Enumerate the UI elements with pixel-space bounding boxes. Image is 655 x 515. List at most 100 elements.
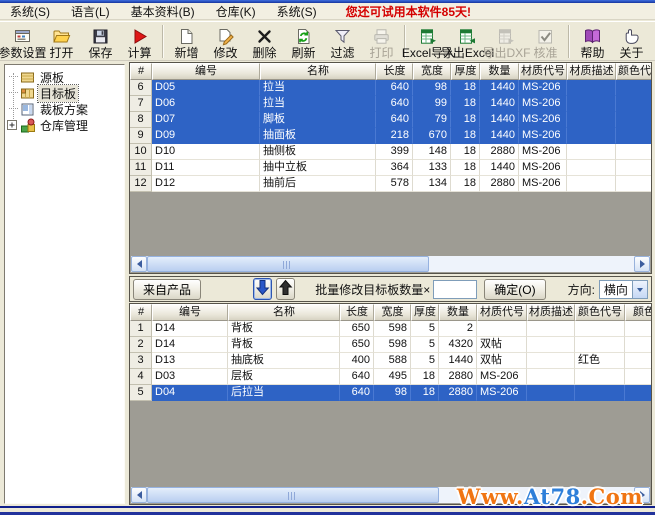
scroll-thumb[interactable]: [147, 256, 429, 272]
expand-plus-icon[interactable]: [7, 120, 18, 131]
column-header[interactable]: 宽度: [413, 63, 451, 80]
column-header[interactable]: 名称: [260, 63, 376, 80]
toolbar-button-help-book[interactable]: 帮助: [573, 23, 612, 60]
sidebar-item-3[interactable]: 仓库管理: [5, 117, 124, 133]
column-header[interactable]: 材质描述: [527, 304, 575, 321]
table-cell: 5: [411, 337, 439, 353]
table-row[interactable]: 11D11抽中立板364133181440MS-206: [130, 160, 651, 176]
toolbar-button-calculate[interactable]: 计算: [120, 23, 159, 60]
table-row[interactable]: 10D10抽侧板399148182880MS-206: [130, 144, 651, 160]
sidebar-item-0[interactable]: 源板: [5, 69, 124, 85]
table-cell: MS-206: [519, 144, 567, 160]
toolbar-button-filter-funnel[interactable]: 过滤: [323, 23, 362, 60]
table-cell: 218: [376, 128, 413, 144]
column-header[interactable]: 编号: [152, 304, 228, 321]
batch-quantity-input[interactable]: [433, 280, 477, 299]
column-header[interactable]: 颜色代号: [616, 63, 651, 80]
sidebar-item-label: 源板: [38, 69, 66, 86]
table-cell: [567, 176, 616, 192]
toolbar-button-settings[interactable]: 参数设置: [3, 23, 42, 60]
table-cell: [616, 160, 651, 176]
table-cell: 148: [413, 144, 451, 160]
toolbar-button-new-page[interactable]: 新增: [167, 23, 206, 60]
toolbar-button-edit-page[interactable]: 修改: [206, 23, 245, 60]
scroll-right-button[interactable]: [634, 256, 650, 272]
upper-h-scrollbar[interactable]: [131, 256, 650, 272]
ok-button[interactable]: 确定(O): [484, 279, 545, 300]
table-cell: 1440: [480, 96, 519, 112]
row-number: 4: [130, 369, 152, 385]
toolbar-button-about-hand[interactable]: 关于: [612, 23, 651, 60]
table-row[interactable]: 12D12抽前后578134182880MS-206: [130, 176, 651, 192]
toolbar-button-save[interactable]: 保存: [81, 23, 120, 60]
column-header[interactable]: 数量: [439, 304, 477, 321]
column-header[interactable]: 颜色描述: [625, 304, 651, 321]
table-row[interactable]: 9D09抽面板218670181440MS-206: [130, 128, 651, 144]
column-header[interactable]: 厚度: [411, 304, 439, 321]
menu-item-4[interactable]: 系统(S): [271, 3, 323, 20]
table-cell: 1440: [480, 112, 519, 128]
scroll-track[interactable]: [147, 256, 634, 272]
toolbar-separator: [568, 25, 570, 58]
table-cell: 578: [376, 176, 413, 192]
table-row[interactable]: 8D07脚板64079181440MS-206: [130, 112, 651, 128]
move-down-button[interactable]: [253, 278, 272, 300]
menu-item-0[interactable]: 系统(S): [4, 3, 56, 20]
toolbar-button-delete-x[interactable]: 删除: [245, 23, 284, 60]
toolbar-button-approve-check: 核准: [526, 23, 565, 60]
table-row[interactable]: 5D04后拉当64098182880MS-206: [130, 385, 651, 401]
column-header[interactable]: #: [130, 63, 152, 80]
toolbar-button-label: 计算: [127, 46, 151, 60]
toolbar-button-label: 过滤: [330, 46, 354, 60]
move-up-button[interactable]: [276, 278, 295, 300]
column-header[interactable]: 编号: [152, 63, 260, 80]
table-row[interactable]: 4D03层板640495182880MS-206: [130, 369, 651, 385]
toolbar-button-label: 刷新: [291, 46, 315, 60]
column-header[interactable]: 长度: [376, 63, 413, 80]
toolbar-button-refresh[interactable]: 刷新: [284, 23, 323, 60]
table-cell: [625, 385, 651, 401]
batch-quantity-label: 批量修改目标板数量×: [315, 281, 430, 298]
sidebar-item-1[interactable]: 目标板: [5, 85, 124, 101]
table-row[interactable]: 1D14背板65059852: [130, 321, 651, 337]
sidebar-item-2[interactable]: 裁板方案: [5, 101, 124, 117]
column-header[interactable]: 材质描述: [567, 63, 616, 80]
menu-item-1[interactable]: 语言(L): [65, 3, 116, 20]
column-header[interactable]: 长度: [340, 304, 374, 321]
toolbar-button-exit-door[interactable]: 退出: [651, 23, 655, 60]
table-cell: D07: [152, 112, 260, 128]
table-row[interactable]: 3D13抽底板40058851440双帖红色: [130, 353, 651, 369]
table-cell: 18: [411, 385, 439, 401]
toolbar-button-export-dxf: 导出DXF: [487, 23, 526, 60]
toolbar-button-folder-open[interactable]: 打开: [42, 23, 81, 60]
table-cell: 18: [451, 96, 480, 112]
menu-bar: 系统(S)语言(L)基本资料(B)仓库(K)系统(S) 您还可试用本软件85天!: [0, 3, 655, 20]
table-cell: 抽侧板: [260, 144, 376, 160]
table-row[interactable]: 7D06拉当64099181440MS-206: [130, 96, 651, 112]
scroll-left-button[interactable]: [131, 256, 147, 272]
table-cell: 层板: [228, 369, 340, 385]
column-header[interactable]: 名称: [228, 304, 340, 321]
menu-item-2[interactable]: 基本资料(B): [125, 3, 201, 20]
column-header[interactable]: 材质代号: [519, 63, 567, 80]
row-number: 3: [130, 353, 152, 369]
from-product-button[interactable]: 来自产品: [133, 279, 201, 300]
column-header[interactable]: #: [130, 304, 152, 321]
table-cell: [527, 321, 575, 337]
table-cell: 670: [413, 128, 451, 144]
column-header[interactable]: 数量: [480, 63, 519, 80]
scroll-thumb[interactable]: [147, 487, 439, 503]
column-header[interactable]: 材质代号: [477, 304, 527, 321]
table-row[interactable]: 6D05拉当64098181440MS-206: [130, 80, 651, 96]
table-cell: 640: [376, 112, 413, 128]
column-header[interactable]: 宽度: [374, 304, 411, 321]
scroll-left-button[interactable]: [131, 487, 147, 503]
toolbar-button-excel-export[interactable]: 导出Excel: [448, 23, 487, 60]
table-row[interactable]: 2D14背板65059854320双帖: [130, 337, 651, 353]
table-cell: 1440: [480, 128, 519, 144]
menu-item-3[interactable]: 仓库(K): [210, 3, 262, 20]
column-header[interactable]: 颜色代号: [575, 304, 625, 321]
column-header[interactable]: 厚度: [451, 63, 480, 80]
direction-combobox[interactable]: 横向: [599, 280, 648, 299]
combobox-drop-button[interactable]: [632, 281, 647, 298]
